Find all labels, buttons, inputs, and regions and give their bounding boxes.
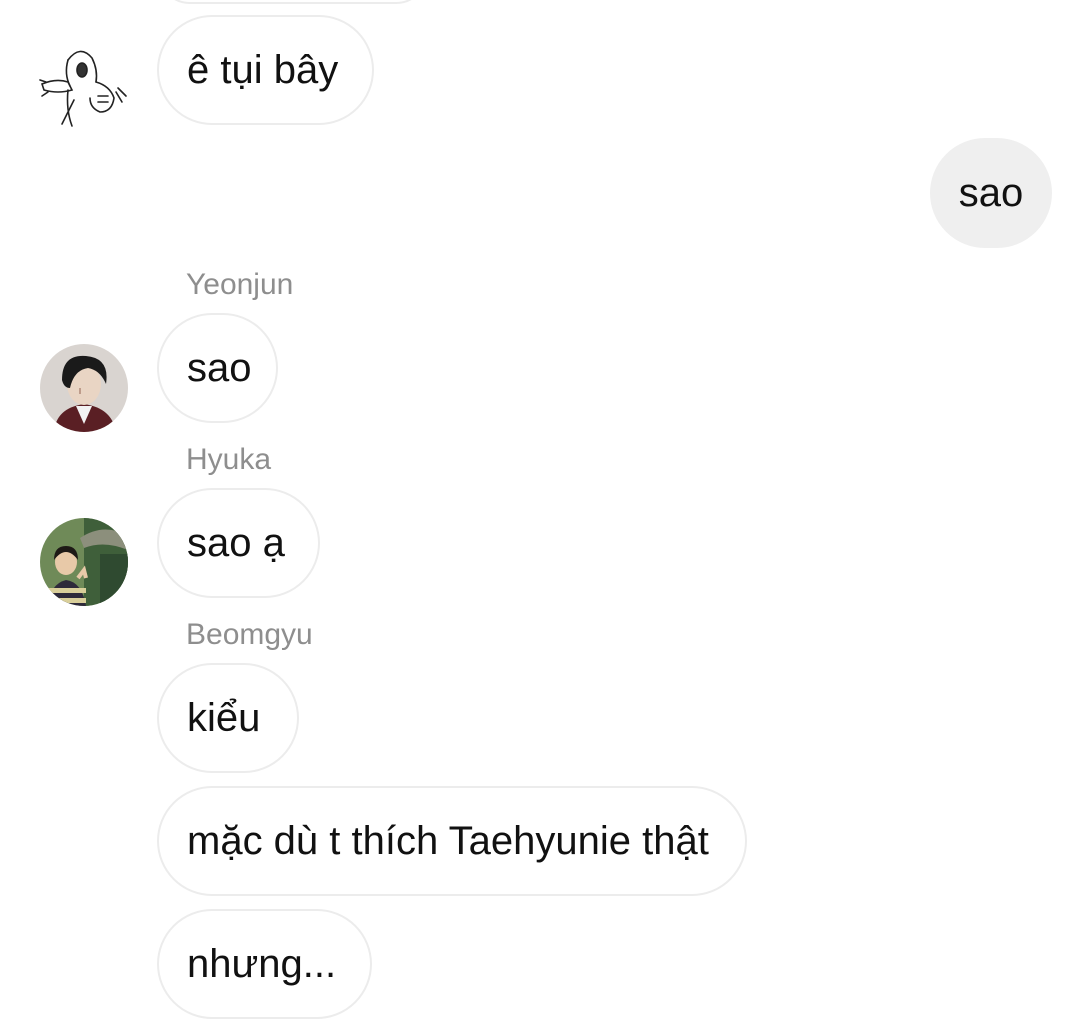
- meme-sketch-avatar[interactable]: [38, 40, 130, 132]
- message-text: nhưng...: [187, 942, 337, 986]
- hyuka-photo-avatar[interactable]: [40, 518, 128, 606]
- message-text: sao: [187, 346, 252, 390]
- message-bubble[interactable]: sao ạ: [157, 488, 320, 598]
- sender-name: Yeonjun: [186, 268, 294, 301]
- sender-name: Hyuka: [186, 443, 272, 476]
- message-bubble[interactable]: ê tụi bây: [157, 15, 374, 125]
- message-text: mặc dù t thích Taehyunie thật: [187, 819, 709, 863]
- sender-name: Beomgyu: [186, 618, 313, 651]
- outgoing-message-bubble[interactable]: sao: [930, 138, 1052, 248]
- message-bubble[interactable]: sao: [157, 313, 278, 423]
- message-text: sao ạ: [187, 521, 285, 565]
- message-text: ê tụi bây: [187, 48, 339, 92]
- yeonjun-photo-avatar[interactable]: [40, 344, 128, 432]
- message-bubble[interactable]: mặc dù t thích Taehyunie thật: [157, 786, 747, 896]
- message-text: sao: [958, 171, 1024, 215]
- message-text: kiểu: [187, 696, 261, 740]
- previous-message-bubble-partial: [158, 0, 428, 4]
- message-bubble[interactable]: nhưng...: [157, 909, 372, 1019]
- message-bubble[interactable]: kiểu: [157, 663, 299, 773]
